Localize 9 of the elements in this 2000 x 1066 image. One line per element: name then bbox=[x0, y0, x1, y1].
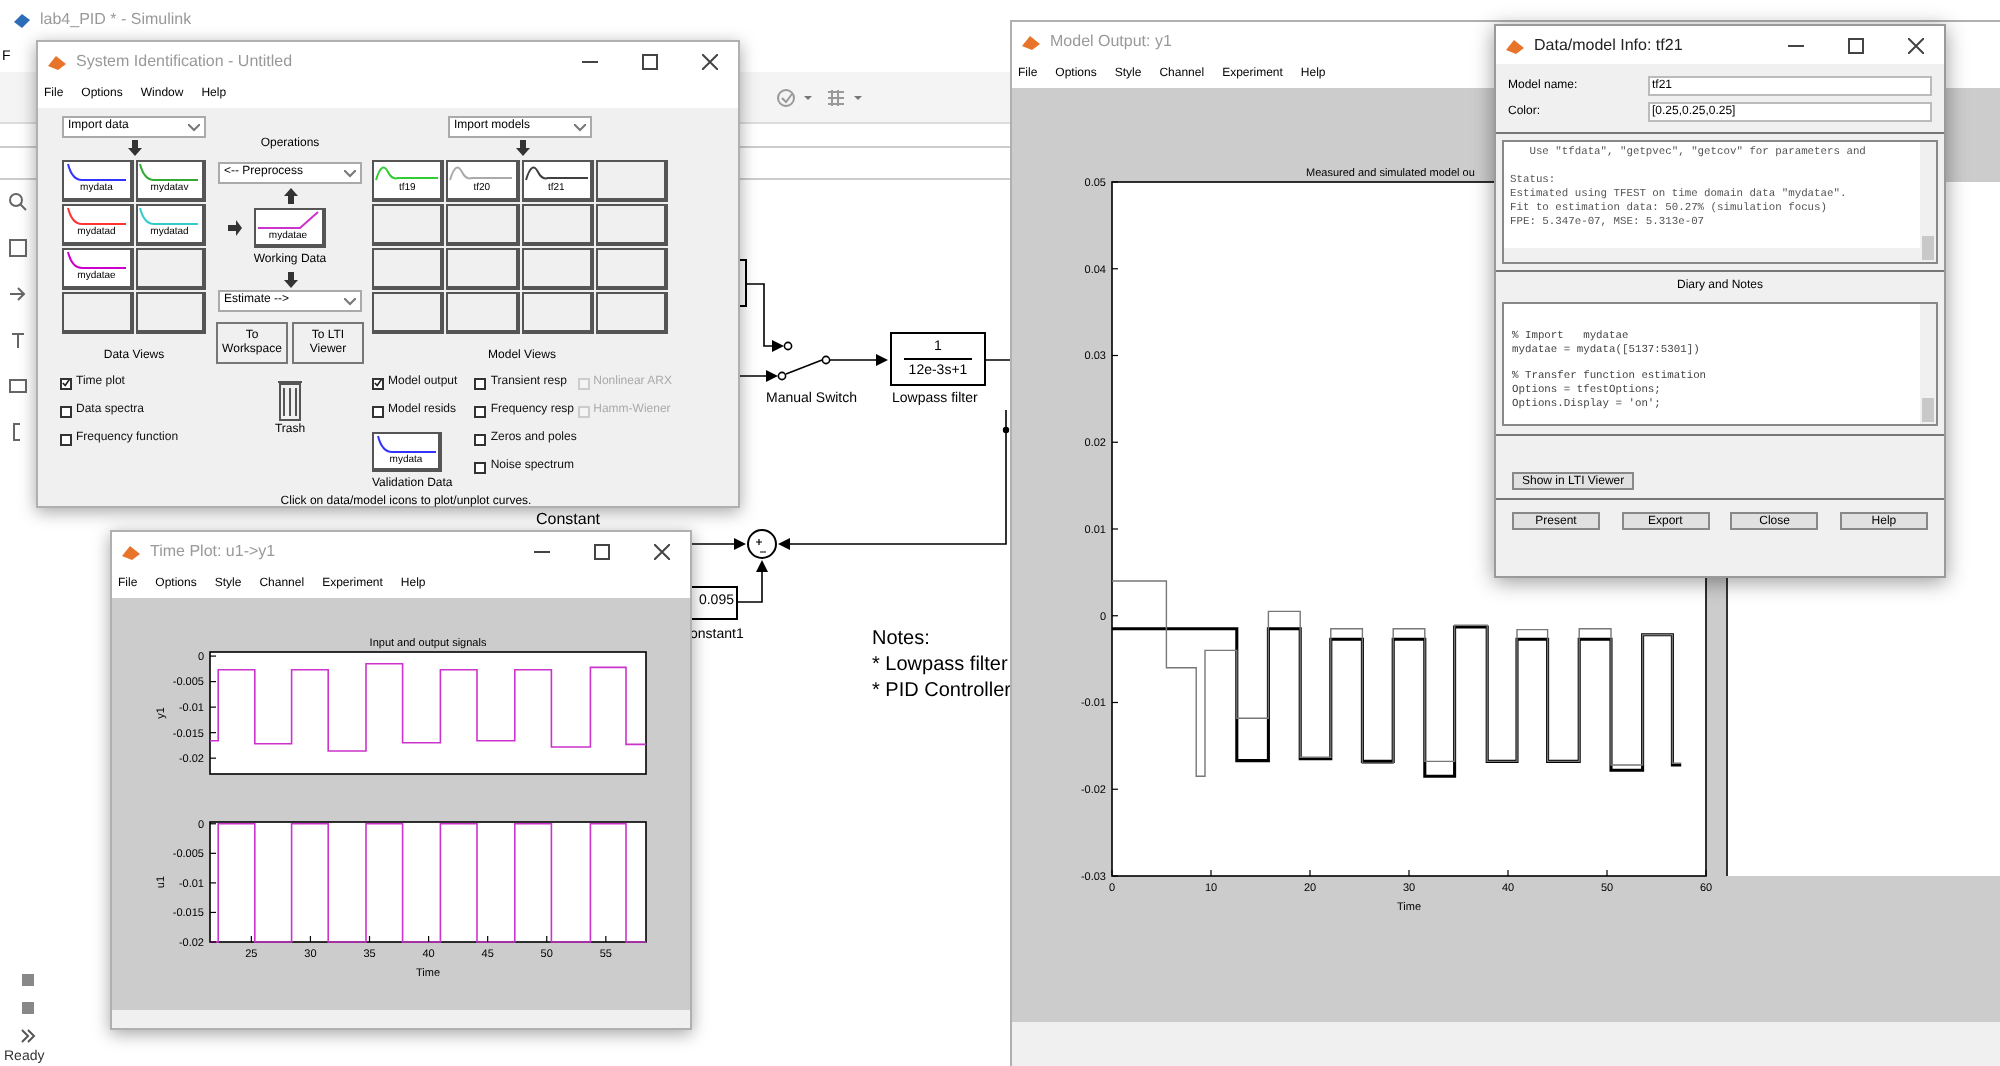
window-title: Time Plot: u1->y1 bbox=[150, 539, 276, 563]
note-text: * PID Controller bbox=[872, 678, 1011, 704]
note-text: Notes: bbox=[872, 626, 932, 652]
block-label: Constant bbox=[536, 512, 601, 528]
window-title: Data/model Info: tf21 bbox=[1534, 33, 1683, 57]
window-title: lab4_PID * - Simulink bbox=[40, 7, 192, 31]
window-title: System Identification - Untitled bbox=[76, 49, 293, 73]
note-text: * Lowpass filter bbox=[872, 652, 1010, 678]
window-title: Model Output: y1 bbox=[1050, 29, 1172, 53]
